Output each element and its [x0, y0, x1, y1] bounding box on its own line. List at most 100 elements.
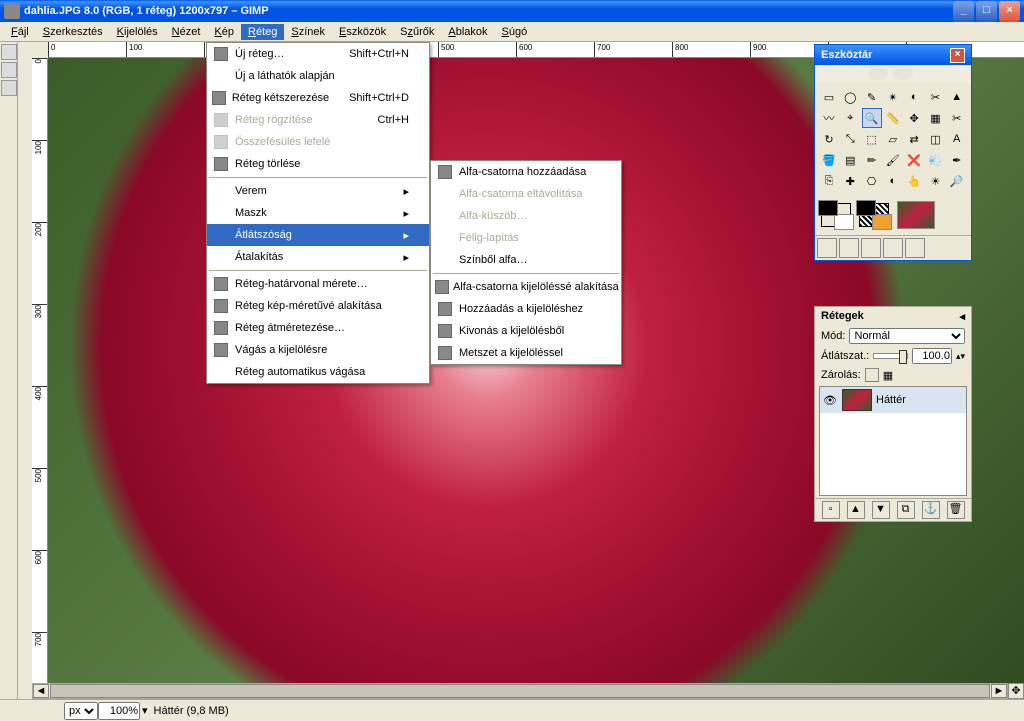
tool-flip[interactable]: ⇄: [904, 129, 924, 149]
menu-item[interactable]: Réteg átméretezése…: [207, 317, 429, 339]
layers-title[interactable]: Rétegek ◂: [815, 307, 971, 326]
lock-pixels-checkbox[interactable]: [865, 368, 879, 382]
tool-ellipse-select[interactable]: ◯: [840, 87, 860, 107]
window-minimize-button[interactable]: _: [953, 1, 974, 22]
toolbox-close-button[interactable]: ×: [950, 48, 965, 63]
opacity-slider[interactable]: [873, 353, 908, 359]
corner-nav-button[interactable]: ✥: [1008, 683, 1024, 699]
window-close-button[interactable]: ×: [999, 1, 1020, 22]
mode-select[interactable]: Normál: [849, 328, 965, 344]
tool-paintbrush[interactable]: 🖌: [883, 150, 903, 170]
ruler-vertical[interactable]: 0100200300400500600700: [32, 58, 48, 699]
tool-perspective[interactable]: ▱: [883, 129, 903, 149]
menu-szűrők[interactable]: Szűrők: [393, 24, 441, 40]
tool-blur[interactable]: ◐: [883, 171, 903, 191]
menu-ablakok[interactable]: Ablakok: [441, 24, 494, 40]
tool-cage[interactable]: ◫: [925, 129, 945, 149]
menu-színek[interactable]: Színek: [284, 24, 332, 40]
menu-szerkesztés[interactable]: Szerkesztés: [36, 24, 110, 40]
tool-foreground[interactable]: ▲: [947, 87, 967, 107]
menu-item[interactable]: Metszet a kijelöléssel: [431, 342, 621, 364]
tool-measure[interactable]: 📏: [883, 108, 903, 128]
menu-item[interactable]: Vágás a kijelölésre: [207, 339, 429, 361]
tool-smudge[interactable]: 👆: [904, 171, 924, 191]
tool-airbrush[interactable]: 💨: [925, 150, 945, 170]
menu-fájl[interactable]: Fájl: [4, 24, 36, 40]
tab-1[interactable]: [817, 238, 837, 258]
menu-item[interactable]: Réteg-határvonal mérete…: [207, 273, 429, 295]
scroll-left-arrow[interactable]: ◄: [33, 684, 49, 698]
tool-eraser[interactable]: ❌: [904, 150, 924, 170]
layer-thumb[interactable]: [842, 389, 872, 411]
tool-color-select[interactable]: ◐: [904, 87, 924, 107]
tool-align[interactable]: ▦: [925, 108, 945, 128]
tool-perspective-clone[interactable]: ⎔: [862, 171, 882, 191]
fg-color[interactable]: [818, 200, 838, 216]
gradient-bg[interactable]: [872, 214, 892, 230]
pattern-swatch[interactable]: [859, 203, 889, 227]
tool-crop[interactable]: ✂: [947, 108, 967, 128]
toolbar-button-1[interactable]: [1, 44, 17, 60]
menu-item[interactable]: Alfa-csatorna kijelöléssé alakítása: [431, 276, 621, 298]
tool-shear[interactable]: ⬚: [862, 129, 882, 149]
scroll-thumb-h[interactable]: [50, 684, 990, 698]
tool-ink[interactable]: ✒: [947, 150, 967, 170]
tool-pencil[interactable]: ✏: [862, 150, 882, 170]
zoom-input[interactable]: [98, 702, 140, 720]
tool-paths[interactable]: 〰: [819, 108, 839, 128]
layer-delete-button[interactable]: 🗑: [947, 501, 965, 519]
opacity-handle[interactable]: [899, 350, 907, 364]
layer-row[interactable]: 👁 Háttér: [820, 387, 966, 413]
menu-réteg[interactable]: Réteg: [241, 24, 284, 40]
tool-heal[interactable]: ✚: [840, 171, 860, 191]
tool-text[interactable]: A: [947, 129, 967, 149]
tool-free-select[interactable]: ✎: [862, 87, 882, 107]
menu-item[interactable]: Verem▸: [207, 180, 429, 202]
tool-rect-select[interactable]: ▭: [819, 87, 839, 107]
layer-dup-button[interactable]: ⧉: [897, 501, 915, 519]
tool-bucket[interactable]: 🪣: [819, 150, 839, 170]
menu-item[interactable]: Réteg kép-méretűvé alakítása: [207, 295, 429, 317]
tool-zoom[interactable]: 🔍: [862, 108, 882, 128]
opacity-input[interactable]: [912, 348, 952, 364]
menu-item[interactable]: Átlátszóság▸: [207, 224, 429, 246]
active-image-thumb[interactable]: [897, 201, 935, 229]
menu-súgó[interactable]: Súgó: [495, 24, 535, 40]
bg-color[interactable]: [834, 214, 854, 230]
menu-eszközök[interactable]: Eszközök: [332, 24, 393, 40]
menu-nézet[interactable]: Nézet: [165, 24, 208, 40]
menu-kijelölés[interactable]: Kijelölés: [110, 24, 165, 40]
menu-item[interactable]: Réteg kétszerezéseShift+Ctrl+D: [207, 87, 429, 109]
tool-move[interactable]: ✥: [904, 108, 924, 128]
tool-rotate[interactable]: ↻: [819, 129, 839, 149]
tab-4[interactable]: [883, 238, 903, 258]
tool-zoom2[interactable]: 🔎: [947, 171, 967, 191]
scroll-right-arrow[interactable]: ►: [991, 684, 1007, 698]
layer-new-button[interactable]: ▫: [822, 501, 840, 519]
layer-anchor-button[interactable]: ⚓: [922, 501, 940, 519]
menu-item[interactable]: Színből alfa…: [431, 249, 621, 271]
layer-visibility-icon[interactable]: 👁: [822, 394, 838, 407]
layer-list[interactable]: 👁 Háttér: [819, 386, 967, 496]
menu-item[interactable]: Maszk▸: [207, 202, 429, 224]
tool-blend[interactable]: ▤: [840, 150, 860, 170]
unit-select[interactable]: px: [64, 702, 98, 720]
menu-item[interactable]: Átalakítás▸: [207, 246, 429, 268]
tool-color-picker[interactable]: ⌖: [840, 108, 860, 128]
fg-bg-color-swatch[interactable]: [821, 203, 851, 227]
menu-item[interactable]: Réteg törlése: [207, 153, 429, 175]
layers-menu-arrow-icon[interactable]: ◂: [959, 310, 965, 323]
toolbox-titlebar[interactable]: Eszköztár ×: [815, 45, 971, 65]
menu-item[interactable]: Réteg automatikus vágása: [207, 361, 429, 383]
tool-scissors[interactable]: ✂: [925, 87, 945, 107]
menu-item[interactable]: Kivonás a kijelölésből: [431, 320, 621, 342]
tab-2[interactable]: [839, 238, 859, 258]
menu-kép[interactable]: Kép: [207, 24, 241, 40]
tool-fuzzy-select[interactable]: ✴: [883, 87, 903, 107]
menu-item[interactable]: Hozzáadás a kijelöléshez: [431, 298, 621, 320]
tab-3[interactable]: [861, 238, 881, 258]
tool-scale[interactable]: ⤡: [840, 129, 860, 149]
tool-dodge[interactable]: ☀: [925, 171, 945, 191]
menu-item[interactable]: Új réteg…Shift+Ctrl+N: [207, 43, 429, 65]
tool-clone[interactable]: ⎘: [819, 171, 839, 191]
